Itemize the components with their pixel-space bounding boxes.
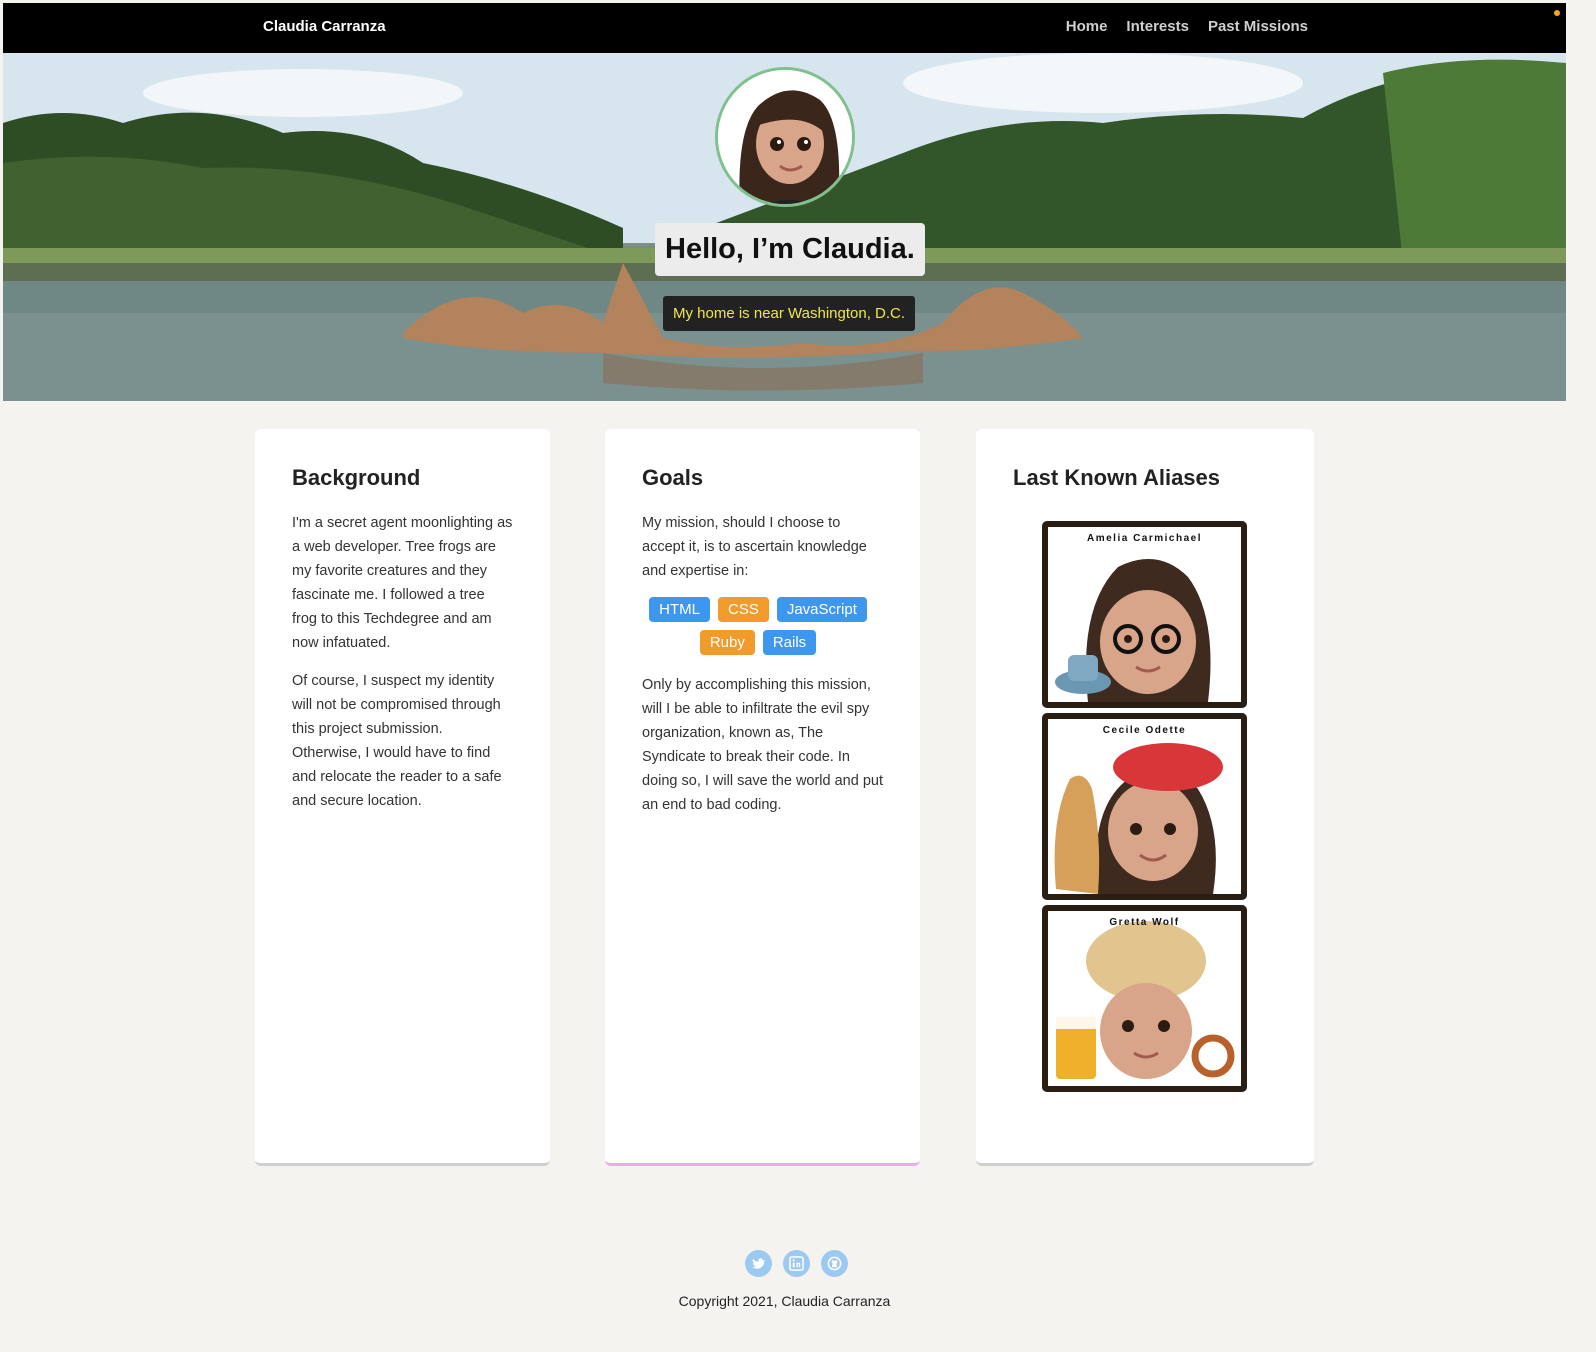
background-card: Background I'm a secret agent moonlighti… xyxy=(255,429,550,1166)
background-paragraph: I'm a secret agent moonlighting as a web… xyxy=(292,515,513,651)
profile-avatar xyxy=(715,67,855,207)
nav-links: Home Interests Past Missions xyxy=(1066,18,1308,35)
copyright-text: Copyright 2021, Claudia Carranza xyxy=(678,1293,891,1309)
tag-html: HTML xyxy=(649,597,710,622)
nav-link-past-missions[interactable]: Past Missions xyxy=(1208,18,1308,35)
github-icon[interactable] xyxy=(821,1250,848,1277)
hero-title: Hello, I’m Claudia. xyxy=(655,223,925,276)
skill-tags: HTML CSS JavaScript Ruby Rails xyxy=(642,597,874,655)
aliases-card: Last Known Aliases Amelia Carmichael Cec… xyxy=(976,429,1314,1166)
tag-css: CSS xyxy=(717,597,769,622)
hero-banner: Hello, I’m Claudia. My home is near Wash… xyxy=(3,53,1566,401)
status-dot xyxy=(1554,10,1560,16)
goals-heading: Goals xyxy=(642,465,704,490)
nav-link-home[interactable]: Home xyxy=(1066,18,1108,35)
alias-name: Gretta Wolf xyxy=(1109,917,1180,928)
goals-intro: My mission, should I choose to accept it… xyxy=(642,515,867,579)
nav-link-interests[interactable]: Interests xyxy=(1126,18,1189,35)
background-heading: Background xyxy=(292,465,421,490)
linkedin-icon[interactable] xyxy=(783,1250,810,1277)
twitter-icon[interactable] xyxy=(745,1250,772,1277)
tag-javascript: JavaScript xyxy=(776,597,867,622)
background-paragraph: Of course, I suspect my identity will no… xyxy=(292,673,502,809)
alias-photo-cecile: Cecile Odette xyxy=(1042,713,1247,900)
page: Claudia Carranza Home Interests Past Mis… xyxy=(3,3,1566,1325)
top-nav: Claudia Carranza Home Interests Past Mis… xyxy=(3,3,1566,53)
goals-card: Goals My mission, should I choose to acc… xyxy=(605,429,920,1166)
alias-photo-amelia: Amelia Carmichael xyxy=(1042,521,1247,708)
goals-outro: Only by accomplishing this mission, will… xyxy=(642,677,883,813)
alias-photo-gretta: Gretta Wolf xyxy=(1042,905,1247,1092)
tag-rails: Rails xyxy=(762,630,817,655)
social-links xyxy=(745,1250,848,1277)
alias-name: Cecile Odette xyxy=(1102,725,1187,736)
hero-subtitle: My home is near Washington, D.C. xyxy=(663,296,916,331)
tag-ruby: Ruby xyxy=(699,630,755,655)
aliases-heading: Last Known Aliases xyxy=(1013,465,1221,490)
alias-gallery: Amelia Carmichael Cecile Odette Gretta W… xyxy=(1042,521,1247,1097)
alias-name: Amelia Carmichael xyxy=(1087,533,1202,544)
brand-name[interactable]: Claudia Carranza xyxy=(263,18,386,35)
